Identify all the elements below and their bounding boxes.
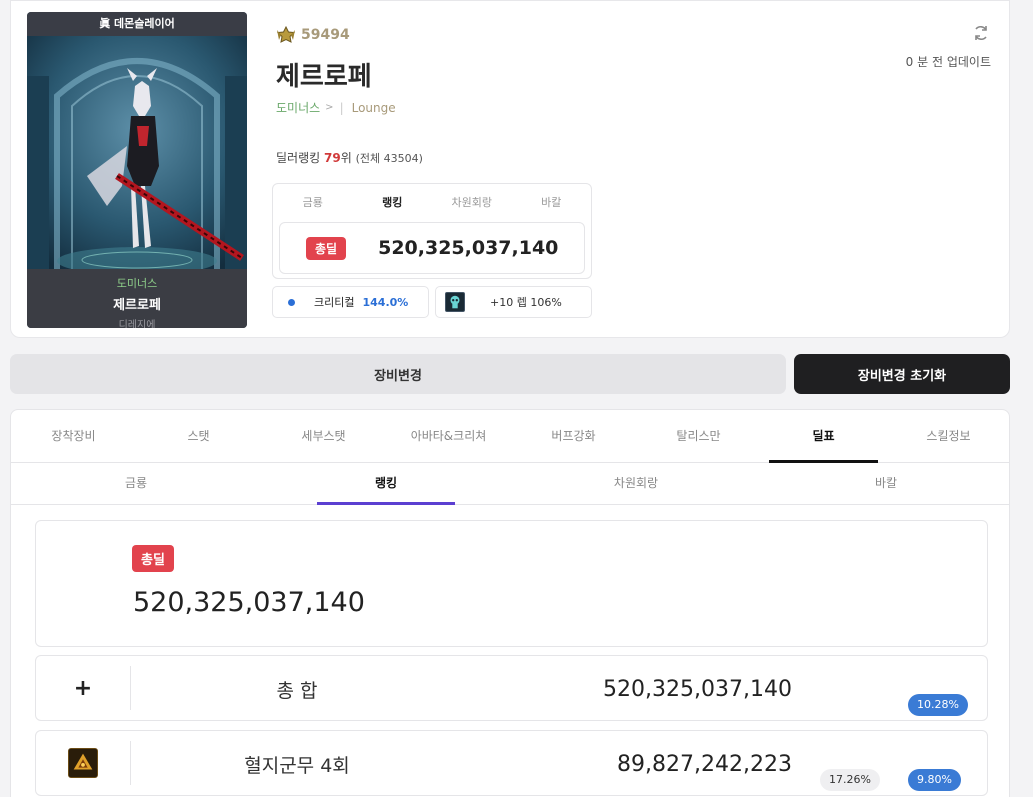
tab-avatar-creature[interactable]: 아바타&크리쳐 bbox=[386, 410, 511, 462]
change-equipment-button[interactable]: 장비변경 bbox=[10, 354, 786, 394]
percent-pill: 10.28% bbox=[908, 694, 968, 716]
rank-prefix: 딜러랭킹 bbox=[276, 151, 321, 165]
character-profile-card: 眞 데몬슬레이어 도미너스 제르로페 디레지에 59494 제르로페 도미너스 … bbox=[10, 0, 1010, 338]
row-value: 89,827,242,223 bbox=[617, 752, 792, 777]
plus-icon[interactable]: + bbox=[74, 676, 92, 701]
critical-dot-icon bbox=[288, 298, 295, 306]
total-damage-badge-large: 총딜 bbox=[132, 545, 174, 572]
mini-value-box: 총딜 520,325,037,140 bbox=[279, 222, 585, 274]
critical-box: 크리티컬 144.0% bbox=[272, 286, 429, 318]
damage-summary-box: 금룡 랭킹 차원회랑 바칼 총딜 520,325,037,140 bbox=[272, 183, 592, 279]
fame-value: 59494 bbox=[301, 27, 350, 43]
tab-buff[interactable]: 버프강화 bbox=[511, 410, 636, 462]
skill-icon bbox=[68, 748, 98, 778]
row-label: 총 합 bbox=[276, 680, 318, 702]
total-damage-large-value: 520,325,037,140 bbox=[133, 587, 365, 618]
detail-card: 장착장비 스탯 세부스탯 아바타&크리쳐 버프강화 탈리스만 딜표 스킬정보 금… bbox=[10, 409, 1010, 797]
mini-tab-bakal[interactable]: 바칼 bbox=[512, 194, 592, 210]
overlay-job: 도미너스 bbox=[116, 277, 158, 290]
critical-label: 크리티컬 bbox=[314, 296, 355, 309]
row-icon-cell bbox=[36, 741, 131, 785]
character-portrait: 眞 데몬슬레이어 도미너스 제르로페 디레지에 bbox=[27, 12, 247, 328]
fame-display: 59494 bbox=[276, 26, 350, 44]
overlay-name: 제르로페 bbox=[113, 298, 161, 313]
subtab-geumryong[interactable]: 금룡 bbox=[11, 464, 261, 504]
total-damage-badge: 총딜 bbox=[306, 236, 347, 260]
critical-value: 144.0% bbox=[362, 295, 409, 309]
job-row: 도미너스 > | Lounge bbox=[276, 99, 396, 116]
rank-number: 79 bbox=[324, 151, 341, 165]
tab-skill-info[interactable]: 스킬정보 bbox=[886, 410, 1009, 462]
lounge-link[interactable]: Lounge bbox=[352, 101, 396, 115]
ratio-pill: 17.26% bbox=[820, 769, 880, 791]
row-label: 혈지군무 4회 bbox=[244, 755, 350, 777]
mini-tab-ranking[interactable]: 랭킹 bbox=[353, 194, 433, 210]
subtab-bakal[interactable]: 바칼 bbox=[761, 464, 1009, 504]
damage-row-skill[interactable]: 혈지군무 4회 89,827,242,223 17.26% 9.80% bbox=[35, 730, 988, 796]
subtab-ranking[interactable]: 랭킹 bbox=[261, 464, 511, 505]
tab-detail-stats[interactable]: 세부스탯 bbox=[261, 410, 386, 462]
item-text: +10 렙 106% bbox=[490, 296, 562, 309]
tab-equipment[interactable]: 장착장비 bbox=[11, 410, 136, 462]
mini-tab-dimension[interactable]: 차원회랑 bbox=[432, 194, 512, 210]
sub-tabs: 금룡 랭킹 차원회랑 바칼 bbox=[11, 464, 1009, 505]
rank-suffix: 위 bbox=[340, 151, 352, 165]
tab-stats[interactable]: 스탯 bbox=[136, 410, 261, 462]
total-damage-value: 520,325,037,140 bbox=[378, 237, 559, 259]
overlay-server: 디레지에 bbox=[118, 320, 156, 328]
main-tabs: 장착장비 스탯 세부스탯 아바타&크리쳐 버프강화 탈리스만 딜표 스킬정보 bbox=[11, 410, 1009, 463]
divider: | bbox=[339, 100, 344, 115]
dealer-ranking: 딜러랭킹 79위 (전체 43504) bbox=[276, 149, 423, 166]
skull-item-icon bbox=[445, 292, 465, 312]
percent-pill: 9.80% bbox=[908, 769, 961, 791]
tab-damage-table[interactable]: 딜표 bbox=[761, 410, 886, 463]
character-info-overlay: 도미너스 제르로페 디레지에 bbox=[27, 269, 247, 328]
class-banner: 眞 데몬슬레이어 bbox=[27, 12, 247, 36]
row-value: 520,325,037,140 bbox=[603, 677, 792, 702]
job-link[interactable]: 도미너스 bbox=[276, 99, 320, 116]
total-damage-panel: 총딜 520,325,037,140 bbox=[35, 520, 988, 647]
fame-icon bbox=[276, 26, 296, 43]
damage-row-total[interactable]: + 총 합 520,325,037,140 10.28% bbox=[35, 655, 988, 721]
chevron-right-icon: > bbox=[325, 102, 334, 113]
rank-total: (전체 43504) bbox=[355, 152, 423, 165]
tab-talisman[interactable]: 탈리스만 bbox=[636, 410, 761, 462]
character-name: 제르로페 bbox=[276, 62, 372, 92]
update-timestamp: 0 분 전 업데이트 bbox=[905, 55, 991, 69]
row-icon-cell: + bbox=[36, 666, 131, 710]
item-box: +10 렙 106% bbox=[435, 286, 592, 318]
character-art-image bbox=[27, 36, 247, 269]
subtab-dimension[interactable]: 차원회랑 bbox=[511, 464, 761, 504]
reset-equipment-button[interactable]: 장비변경 초기화 bbox=[794, 354, 1010, 394]
refresh-icon[interactable] bbox=[971, 23, 991, 43]
mini-tab-geumryong[interactable]: 금룡 bbox=[273, 194, 353, 210]
mini-tabs: 금룡 랭킹 차원회랑 바칼 bbox=[273, 184, 591, 220]
